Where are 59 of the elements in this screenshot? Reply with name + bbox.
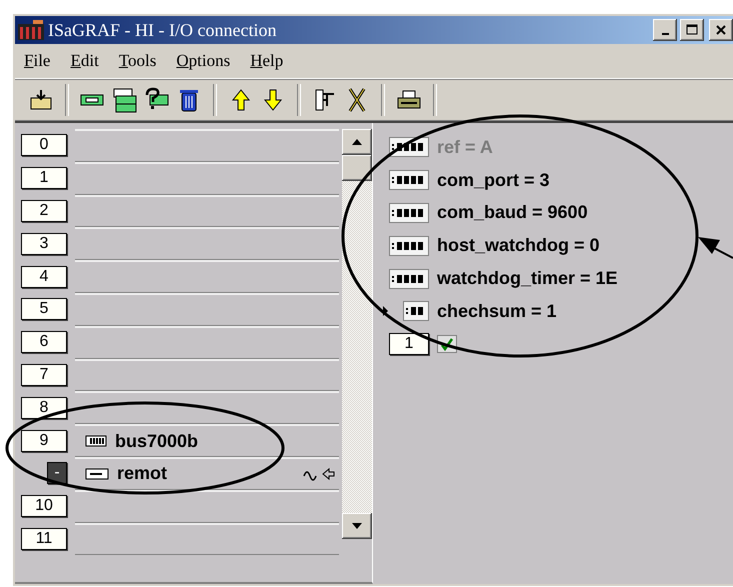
- minimize-icon: [662, 32, 668, 34]
- slot-cell[interactable]: [75, 490, 339, 523]
- slot-number[interactable]: 8: [21, 396, 67, 419]
- window-title: ISaGRAF - HI - I/O connection: [48, 20, 278, 40]
- close-icon: [715, 24, 727, 36]
- slot-number[interactable]: 6: [21, 331, 67, 354]
- scroll-thumb[interactable]: [342, 155, 372, 181]
- slot-cell[interactable]: [75, 162, 339, 195]
- close-button[interactable]: [709, 19, 733, 41]
- equipment-name: remot: [117, 463, 168, 484]
- scroll-up-icon[interactable]: [352, 139, 362, 145]
- slot-cell[interactable]: [75, 129, 339, 162]
- parameter-text[interactable]: com_baud = 9600: [437, 202, 588, 224]
- slot-cell[interactable]: [75, 292, 339, 326]
- minimize-button[interactable]: [653, 19, 677, 41]
- annotation-arrow: [698, 237, 733, 259]
- register-icon: [389, 236, 429, 256]
- menu-item[interactable]: File: [24, 51, 50, 71]
- slot-cell[interactable]: [75, 260, 339, 293]
- board-name: bus7000b: [115, 430, 198, 452]
- app-icon: [17, 19, 45, 41]
- equipment-icon: [85, 466, 109, 481]
- parameter-text[interactable]: com_port = 3: [437, 170, 550, 191]
- slot-number[interactable]: 4: [21, 266, 67, 288]
- slot-cell[interactable]: [75, 227, 339, 260]
- channel-number[interactable]: 1: [389, 333, 429, 356]
- parameter-text[interactable]: chechsum = 1: [437, 300, 557, 322]
- menu-item[interactable]: Edit: [70, 51, 99, 71]
- slot-number[interactable]: 10: [21, 495, 67, 518]
- slot-number[interactable]: 11: [21, 528, 67, 550]
- slot-number[interactable]: 0: [21, 134, 67, 156]
- slot-cell[interactable]: [75, 194, 339, 228]
- slot-number[interactable]: 1: [21, 167, 67, 190]
- slot-cell[interactable]: [75, 326, 339, 359]
- slot-cell[interactable]: [75, 522, 339, 556]
- menu-item[interactable]: Options: [176, 51, 230, 71]
- menu-item[interactable]: Tools: [118, 51, 156, 71]
- slot-number[interactable]: 9: [21, 430, 67, 452]
- register-icon: [403, 301, 429, 322]
- maximize-button[interactable]: [680, 19, 704, 41]
- slot-cell[interactable]: [75, 391, 339, 424]
- board-icon: [85, 434, 107, 448]
- signal-arrow-icon: [303, 466, 335, 481]
- menu-item[interactable]: Help: [250, 51, 284, 71]
- equipment-cell[interactable]: remot: [75, 456, 339, 490]
- parameter-text[interactable]: host_watchdog = 0: [437, 235, 600, 256]
- maximize-icon: [686, 24, 698, 36]
- slot-number[interactable]: 5: [21, 298, 67, 320]
- slot-number[interactable]: 3: [21, 232, 67, 255]
- scrollbar[interactable]: [342, 129, 372, 539]
- slot-cell[interactable]: [75, 358, 339, 392]
- slot-number[interactable]: 7: [21, 364, 67, 386]
- register-icon: [389, 268, 429, 289]
- register-icon: [389, 202, 429, 223]
- scroll-down-icon[interactable]: [352, 523, 362, 529]
- parameter-text[interactable]: watchdog_timer = 1E: [437, 268, 618, 290]
- slot-cell[interactable]: bus7000b: [75, 424, 339, 457]
- register-icon: [389, 170, 429, 190]
- slot-number[interactable]: 2: [21, 200, 67, 222]
